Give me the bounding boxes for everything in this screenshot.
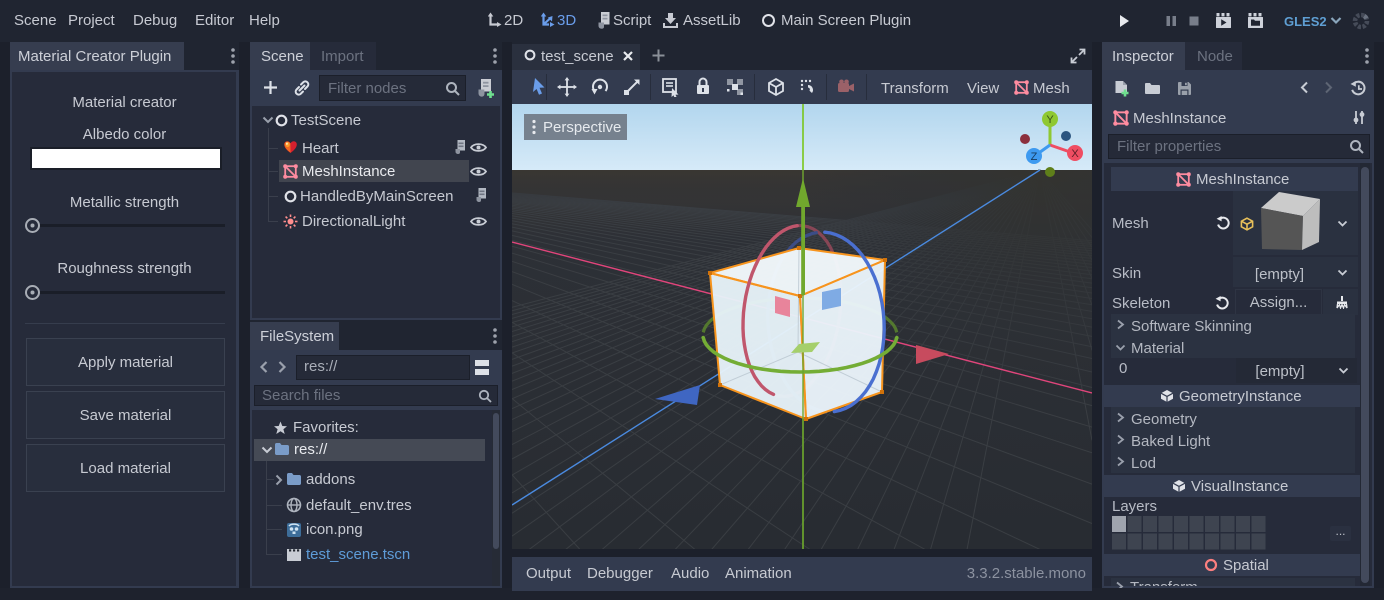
svg-text:Y: Y <box>1046 114 1054 126</box>
svg-text:X: X <box>1071 148 1079 160</box>
svg-text:Z: Z <box>1031 151 1038 163</box>
